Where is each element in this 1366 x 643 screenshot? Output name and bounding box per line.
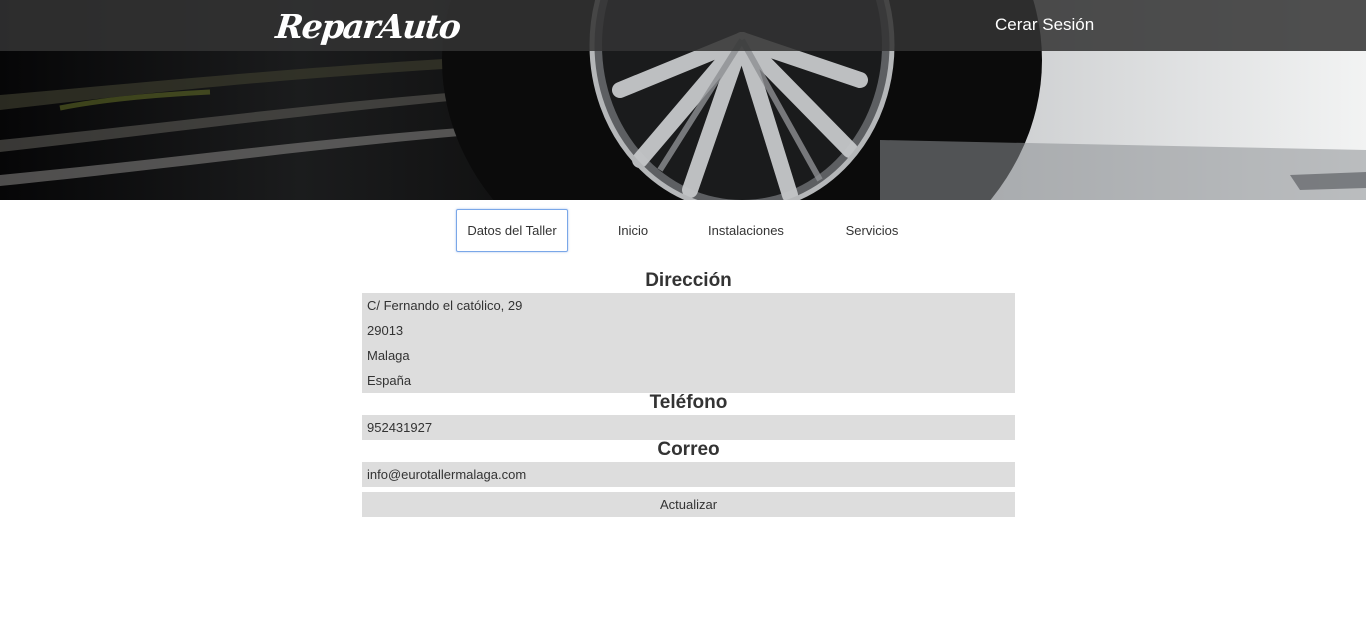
workshop-data-panel: Dirección C/ Fernando el católico, 29 29… [362, 268, 1015, 517]
email-title: Correo [657, 439, 720, 460]
logo-text: ReparAuto [273, 6, 462, 46]
tab-datos-del-taller[interactable]: Datos del Taller [456, 209, 568, 252]
update-button[interactable]: Actualizar [362, 492, 1015, 517]
email-value: info@eurotallermalaga.com [367, 467, 527, 482]
address-street: C/ Fernando el católico, 29 [367, 298, 523, 313]
hero-banner: ReparAuto Cerar Sesión [0, 0, 1366, 200]
main-nav: Datos del Taller Inicio Instalaciones Se… [0, 209, 1366, 252]
top-bar: ReparAuto Cerar Sesión [0, 0, 1366, 51]
address-postal-code: 29013 [367, 323, 404, 338]
address-field[interactable]: C/ Fernando el católico, 29 29013 Malaga… [362, 293, 1015, 393]
logout-link[interactable]: Cerar Sesión [995, 15, 1094, 35]
address-title: Dirección [645, 270, 732, 291]
site-logo[interactable]: ReparAuto [274, 4, 462, 48]
tab-instalaciones[interactable]: Instalaciones [700, 209, 792, 252]
email-field[interactable]: info@eurotallermalaga.com [362, 462, 1015, 487]
address-city: Malaga [367, 348, 410, 363]
tab-inicio[interactable]: Inicio [606, 209, 660, 252]
tab-servicios[interactable]: Servicios [836, 209, 908, 252]
phone-title: Teléfono [649, 392, 728, 413]
